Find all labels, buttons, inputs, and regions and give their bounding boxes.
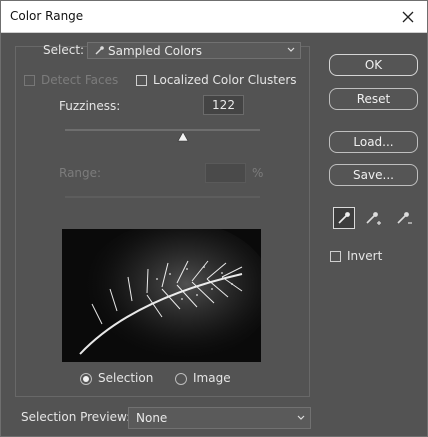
save-button[interactable]: Save... [329, 164, 418, 186]
load-button[interactable]: Load... [329, 131, 418, 153]
image-radio[interactable] [175, 373, 187, 385]
fuzziness-slider-thumb[interactable] [177, 131, 189, 142]
add-to-sample-eyedropper[interactable] [362, 207, 384, 229]
range-slider-track[interactable] [65, 196, 260, 198]
selection-preview-dropdown[interactable]: None [128, 407, 311, 429]
feather-preview-graphic [62, 229, 261, 362]
range-label: Range: [59, 166, 102, 180]
localized-color-clusters-label: Localized Color Clusters [153, 73, 297, 87]
selection-preview-label: Selection Preview: [21, 410, 131, 424]
select-dropdown[interactable]: Sampled Colors [87, 42, 301, 59]
selection-preview-image [62, 229, 261, 362]
eyedropper-icon [338, 212, 350, 224]
image-radio-label: Image [193, 371, 231, 385]
subtract-from-sample-eyedropper[interactable] [393, 207, 415, 229]
fuzziness-input[interactable]: 122 [203, 95, 244, 115]
range-input[interactable] [205, 163, 246, 183]
chevron-down-icon [287, 47, 295, 52]
close-button[interactable] [389, 1, 427, 32]
range-unit: % [252, 166, 264, 180]
chevron-down-icon [297, 415, 305, 420]
select-label: Select: [43, 43, 85, 57]
selection-preview-value: None [136, 411, 168, 425]
invert-label: Invert [347, 249, 383, 263]
eyedropper-plus-icon [366, 212, 381, 225]
ok-button[interactable]: OK [329, 54, 418, 76]
color-range-dialog: Color Range Select: Sampled Colors Detec… [0, 0, 428, 437]
selection-radio-label: Selection [98, 371, 154, 385]
detect-faces-label: Detect Faces [41, 73, 119, 87]
detect-faces-checkbox[interactable] [24, 75, 35, 86]
close-icon [402, 11, 414, 22]
selection-radio[interactable] [80, 373, 92, 385]
eyedropper-minus-icon [397, 212, 412, 224]
fuzziness-slider-track[interactable] [65, 129, 260, 131]
select-value: Sampled Colors [108, 44, 203, 58]
localized-color-clusters-checkbox[interactable] [136, 75, 147, 86]
reset-button[interactable]: Reset [329, 88, 418, 110]
eyedropper-icon [95, 46, 104, 55]
invert-checkbox[interactable] [330, 251, 341, 262]
eyedropper-tool[interactable] [333, 207, 355, 229]
dialog-title: Color Range [10, 9, 84, 23]
fuzziness-label: Fuzziness: [59, 99, 121, 113]
title-bar: Color Range [1, 1, 427, 33]
